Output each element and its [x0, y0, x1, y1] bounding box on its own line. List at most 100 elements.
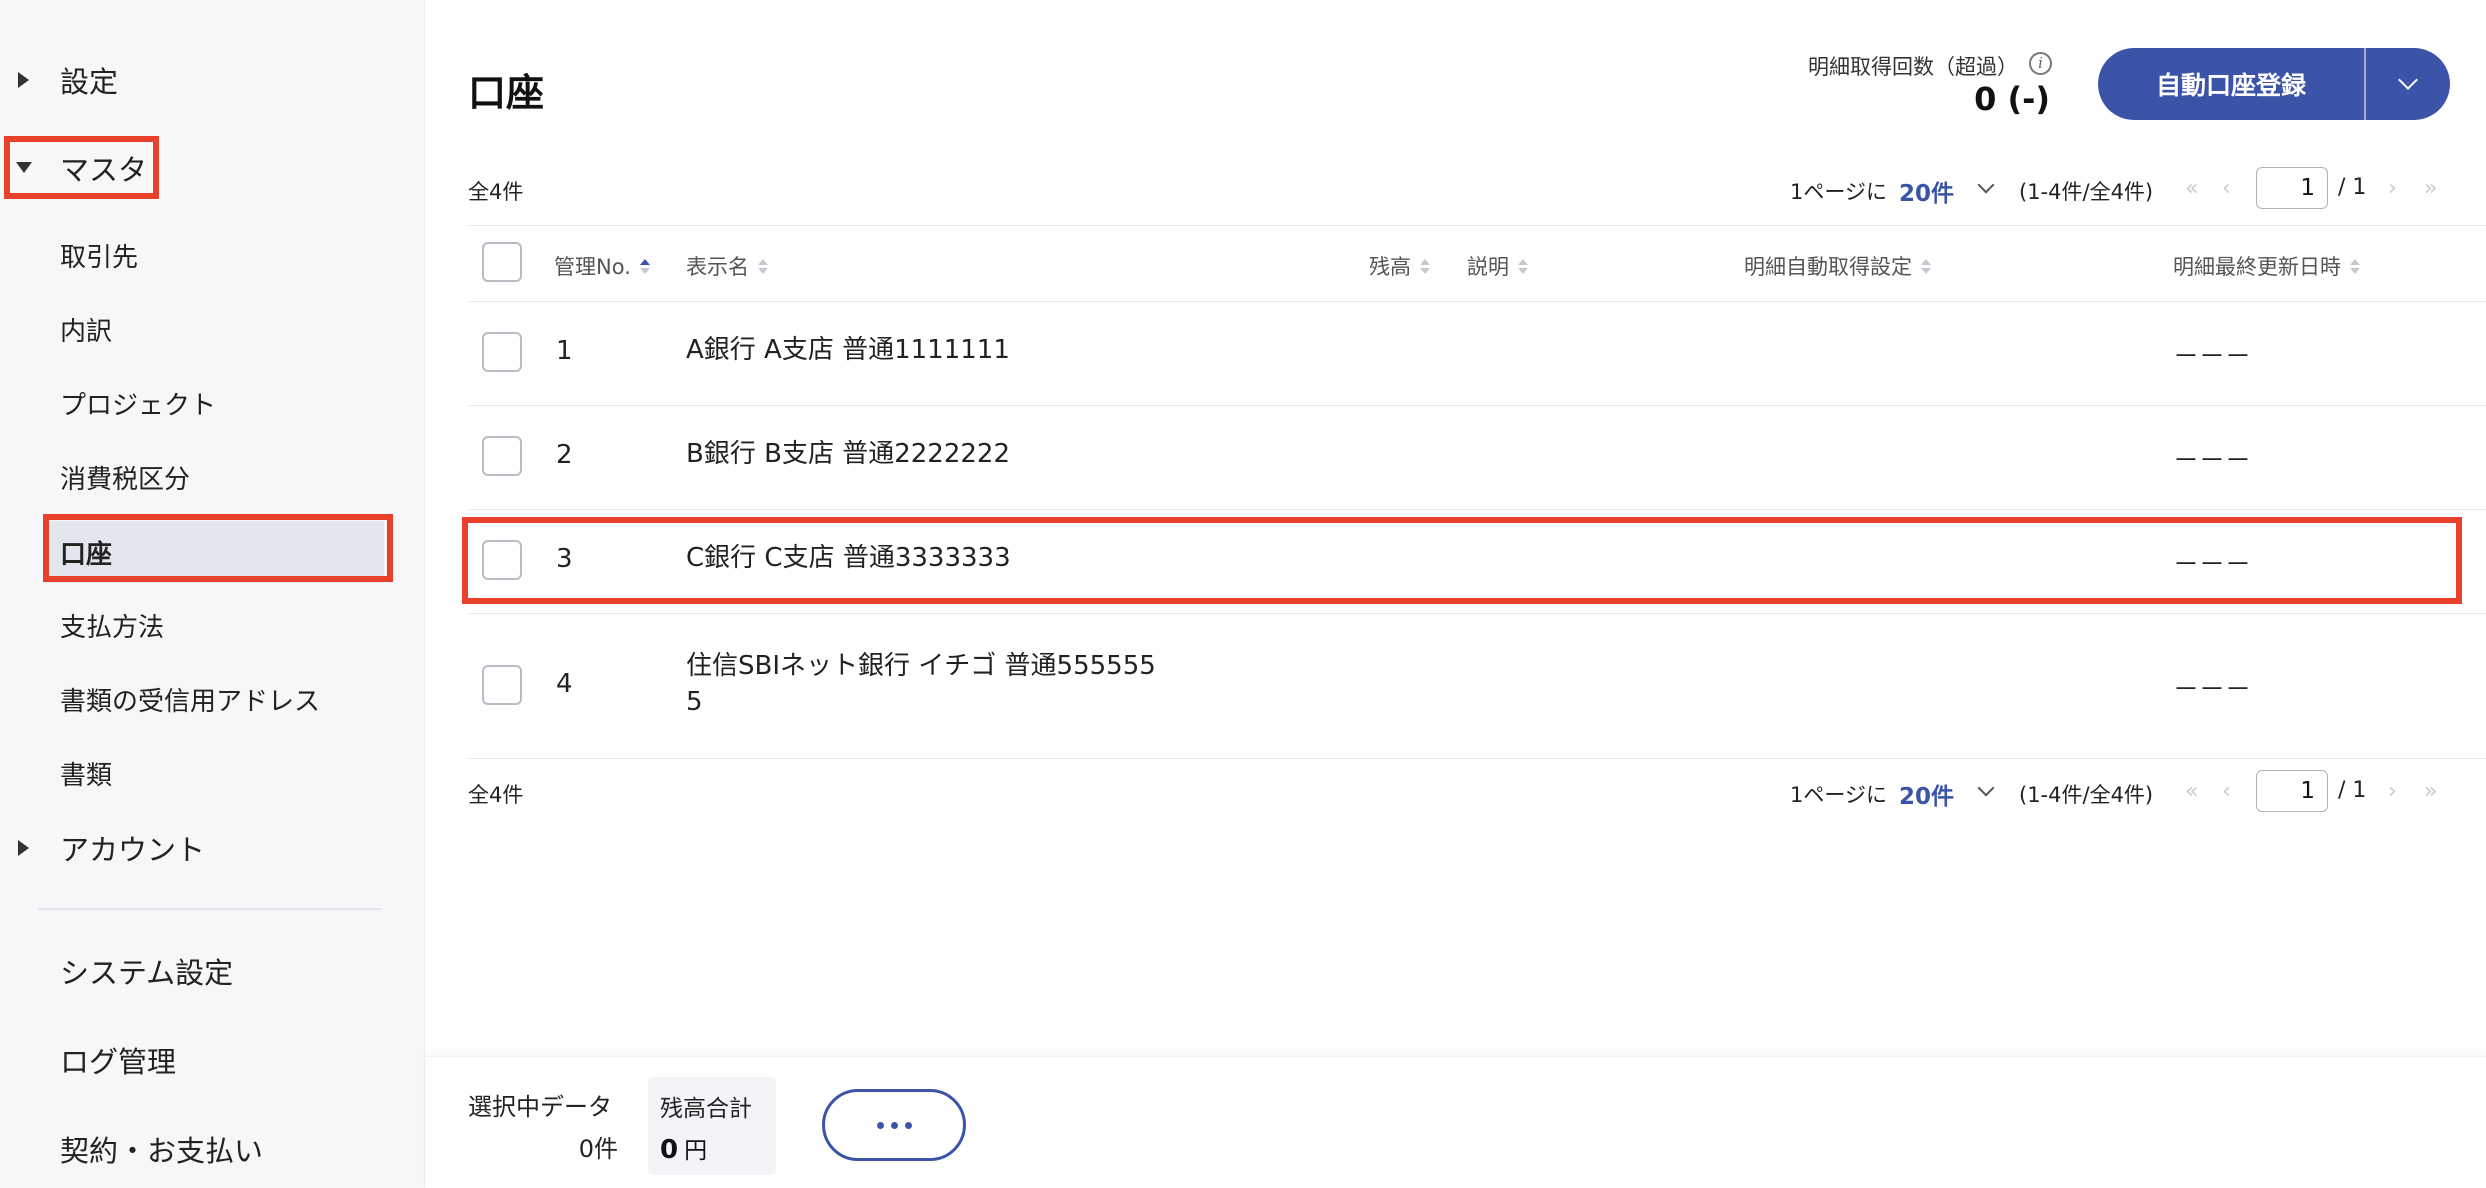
column-header-label: 明細最終更新日時: [2173, 255, 2341, 279]
page-total: / 1: [2338, 175, 2367, 200]
cell-display-name: A銀行 A支店 普通1111111: [686, 335, 1010, 365]
chevron-down-icon[interactable]: [1977, 176, 1995, 195]
more-dot-icon: [904, 1121, 912, 1129]
info-icon[interactable]: i: [2029, 52, 2052, 75]
range-text: (1-4件/全4件): [2019, 783, 2154, 807]
cell-no: 2: [556, 440, 573, 470]
column-header-label: 表示名: [686, 255, 749, 279]
cell-no: 1: [556, 336, 573, 366]
caret-right-icon: [18, 72, 29, 88]
row-checkbox[interactable]: [482, 540, 522, 580]
column-header-description[interactable]: 説明: [1467, 251, 1528, 281]
table-row[interactable]: 2 B銀行 B支店 普通2222222 －－－: [468, 406, 2486, 510]
first-page-icon[interactable]: «: [2185, 176, 2198, 201]
row-checkbox[interactable]: [482, 332, 522, 372]
selected-data-count: 0件: [578, 1135, 618, 1163]
cell-last-updated: －－－: [2173, 446, 2252, 476]
pagination-bottom: 全4件 1ページに 20件 (1-4件/全4件) « ‹ / 1 › »: [426, 767, 2486, 817]
column-header-label: 残高: [1369, 255, 1411, 279]
page-number-input[interactable]: [2256, 167, 2328, 209]
per-page-select[interactable]: 20件: [1899, 777, 1954, 811]
column-header-auto-setting[interactable]: 明細自動取得設定: [1744, 251, 1931, 281]
main-content: 口座 明細取得回数（超過） i 0 (-) 自動口座登録 全4件 1ページに 2…: [426, 0, 2486, 1050]
sort-icon: [1420, 258, 1430, 274]
next-page-icon[interactable]: ›: [2388, 779, 2397, 804]
sort-icon: [2350, 258, 2360, 274]
per-page-label: 1ページに: [1790, 783, 1887, 807]
sidebar-item-label: 取引先: [60, 242, 139, 273]
sidebar-item-label: 支払方法: [60, 612, 165, 643]
sort-icon: [1921, 258, 1931, 274]
sidebar-item-system-settings[interactable]: システム設定: [60, 950, 233, 992]
sidebar-item-contract-payment[interactable]: 契約・お支払い: [60, 1128, 263, 1170]
sidebar-item-log-management[interactable]: ログ管理: [60, 1039, 176, 1081]
row-checkbox[interactable]: [482, 436, 522, 476]
sidebar-item-payment-method[interactable]: 支払方法: [44, 594, 384, 656]
sort-icon: [758, 258, 768, 274]
column-header-no[interactable]: 管理No.: [554, 251, 650, 281]
sort-icon: [1518, 258, 1528, 274]
first-page-icon[interactable]: «: [2185, 779, 2198, 804]
balance-total-unit: 円: [684, 1138, 708, 1164]
sidebar-section-master[interactable]: マスタ: [0, 138, 420, 198]
page-total: / 1: [2338, 778, 2367, 803]
sidebar-item-documents[interactable]: 書類: [44, 742, 384, 804]
sidebar-item-receive-address[interactable]: 書類の受信用アドレス: [44, 668, 384, 730]
sidebar: 設定 マスタ 取引先 内訳 プロジェクト 消費税区分 口座 支払方法 書類の受信…: [0, 0, 425, 1188]
last-page-icon[interactable]: »: [2424, 779, 2437, 804]
register-options-dropdown[interactable]: [2366, 48, 2450, 120]
table-header: 管理No. 表示名 残高 説明 明細自動取得設定 明細最終更新日時: [468, 225, 2486, 302]
balance-total-value: 0円: [660, 1131, 707, 1165]
chevron-down-icon[interactable]: [1977, 779, 1995, 798]
column-header-balance[interactable]: 残高: [1369, 251, 1430, 281]
last-page-icon[interactable]: »: [2424, 176, 2437, 201]
select-all-checkbox[interactable]: [482, 242, 522, 282]
sort-icon: [639, 258, 650, 274]
total-count: 全4件: [468, 783, 524, 807]
column-header-last-updated[interactable]: 明細最終更新日時: [2173, 251, 2360, 281]
quota-value: 0 (-): [1974, 80, 2050, 118]
table-row[interactable]: 3 C銀行 C支店 普通3333333 －－－: [468, 510, 2486, 614]
sidebar-item-label: プロジェクト: [60, 390, 217, 421]
sidebar-item-project[interactable]: プロジェクト: [44, 372, 384, 434]
pagination-top: 全4件 1ページに 20件 (1-4件/全4件) « ‹ / 1 › »: [426, 164, 2486, 214]
row-checkbox[interactable]: [482, 665, 522, 705]
cell-display-name: C銀行 C支店 普通3333333: [686, 543, 1011, 573]
sidebar-section-label: マスタ: [60, 153, 148, 187]
balance-total-label: 残高合計: [660, 1096, 752, 1122]
sidebar-item-accounts[interactable]: 口座: [44, 521, 384, 583]
caret-down-icon: [16, 162, 32, 173]
next-page-icon[interactable]: ›: [2388, 176, 2397, 201]
more-dot-icon: [890, 1121, 898, 1129]
sidebar-item-partners[interactable]: 取引先: [44, 224, 384, 286]
sidebar-item-label: 書類: [60, 760, 113, 791]
accounts-table: 管理No. 表示名 残高 説明 明細自動取得設定 明細最終更新日時 1 A銀行 …: [468, 225, 2486, 759]
column-header-display-name[interactable]: 表示名: [686, 251, 768, 281]
sidebar-section-account[interactable]: アカウント: [0, 818, 420, 878]
page-number-input[interactable]: [2256, 770, 2328, 812]
column-header-label: 説明: [1467, 255, 1509, 279]
sidebar-item-breakdown[interactable]: 内訳: [44, 298, 384, 360]
auto-account-register-split-button: 自動口座登録: [2098, 48, 2450, 120]
sidebar-item-tax-category[interactable]: 消費税区分: [44, 446, 384, 508]
range-text: (1-4件/全4件): [2019, 180, 2154, 204]
table-row[interactable]: 4 住信SBIネット銀行 イチゴ 普通5555555 －－－: [468, 614, 2486, 759]
more-dot-icon: [876, 1121, 884, 1129]
cell-last-updated: －－－: [2173, 550, 2252, 580]
auto-account-register-button[interactable]: 自動口座登録: [2098, 48, 2364, 120]
sidebar-section-settings[interactable]: 設定: [0, 50, 420, 110]
selected-data-label: 選択中データ: [468, 1093, 612, 1121]
sidebar-item-label: 内訳: [60, 316, 113, 347]
column-header-label: 明細自動取得設定: [1744, 255, 1912, 279]
table-row[interactable]: 1 A銀行 A支店 普通1111111 －－－: [468, 302, 2486, 406]
chevron-down-icon: [2398, 70, 2418, 90]
per-page-label: 1ページに: [1790, 180, 1887, 204]
balance-total-number: 0: [660, 1135, 679, 1165]
per-page-select[interactable]: 20件: [1899, 174, 1954, 208]
prev-page-icon[interactable]: ‹: [2222, 176, 2231, 201]
more-actions-button[interactable]: [822, 1089, 966, 1161]
cell-last-updated: －－－: [2173, 675, 2252, 705]
prev-page-icon[interactable]: ‹: [2222, 779, 2231, 804]
cell-last-updated: －－－: [2173, 342, 2252, 372]
caret-right-icon: [18, 840, 29, 856]
